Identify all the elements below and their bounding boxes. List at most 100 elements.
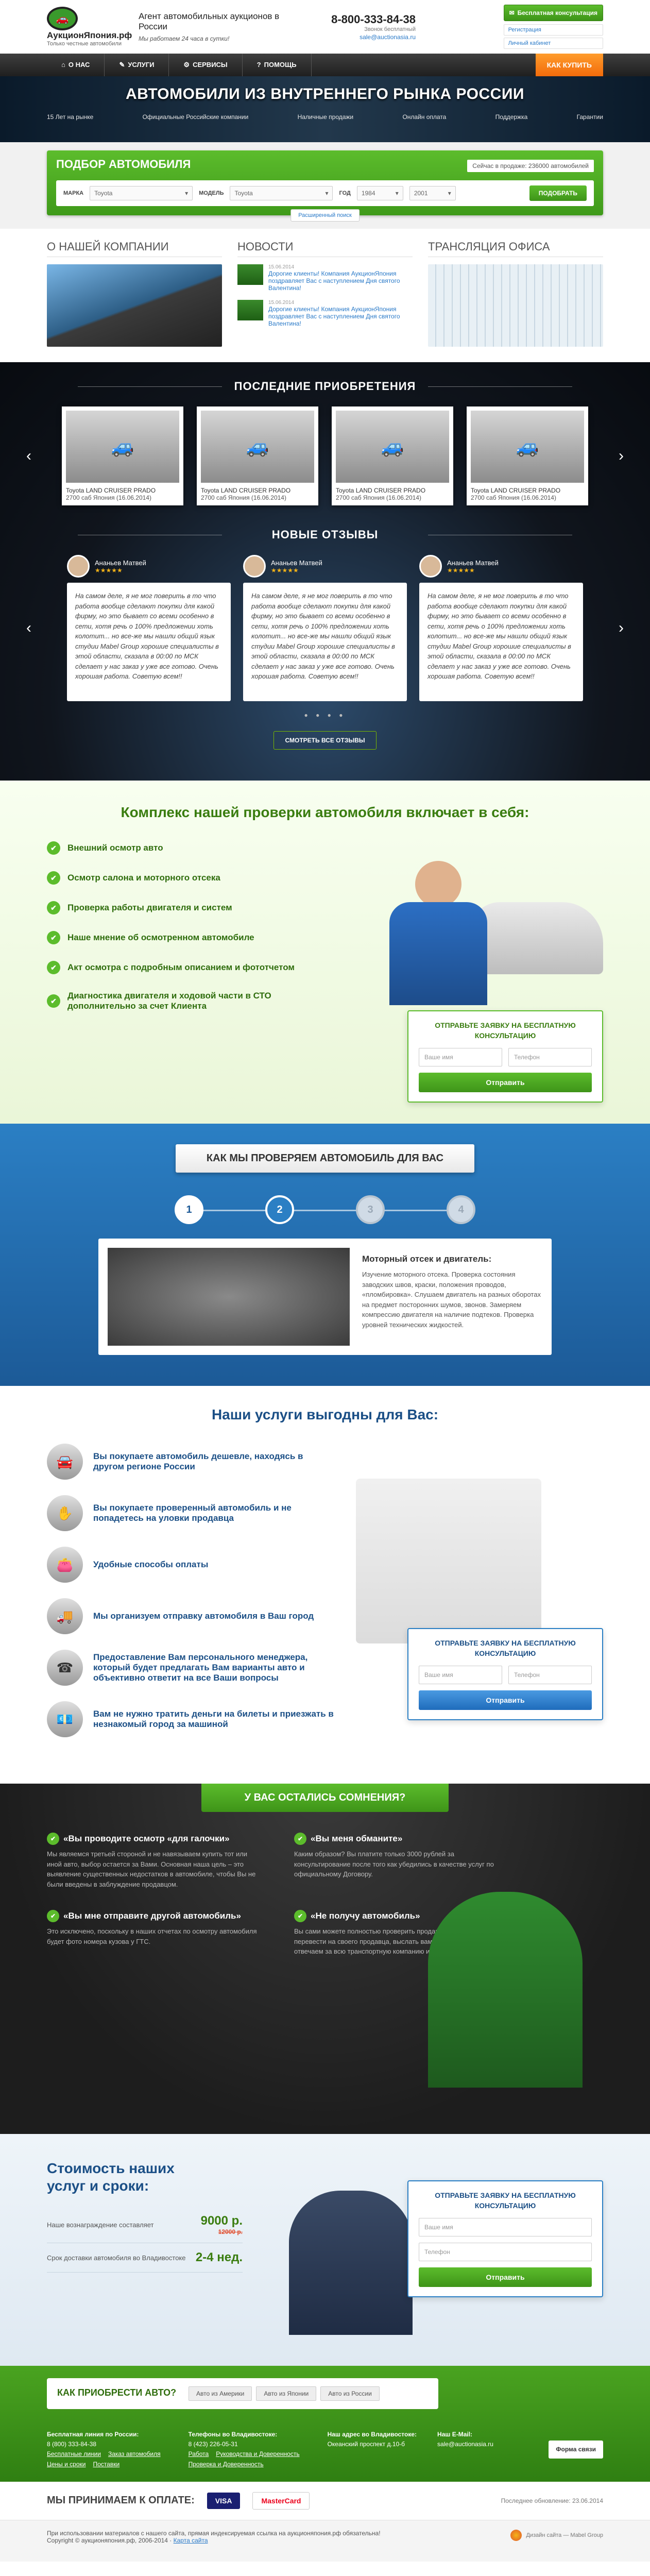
how-to-buy-button[interactable]: КАК КУПИТЬ: [535, 54, 603, 76]
doubt-item: ✔ «Вы мне отправите другой автомобиль» Это…: [47, 1910, 263, 1957]
search-count: Сейчас в продаже: 236000 автомобилей: [467, 160, 594, 172]
tab-america[interactable]: Авто из Америки: [189, 2386, 252, 2401]
review-card: Ананьев Матвей ★★★★★ На самом деле, я не …: [419, 555, 583, 701]
price-value: 2-4 нед.: [195, 2250, 243, 2265]
reviews-carousel: ‹ Ананьев Матвей ★★★★★ На самом деле, я н…: [26, 555, 624, 701]
account-links: Регистрация Личный кабинет: [503, 24, 603, 49]
header-email[interactable]: sale@auctionasia.ru: [360, 33, 416, 41]
col-value[interactable]: sale@auctionasia.ru: [437, 2441, 493, 2448]
phone-field[interactable]: Телефон: [508, 1666, 592, 1685]
step-4[interactable]: 4: [447, 1195, 475, 1224]
name-field[interactable]: Ваше имя: [419, 2218, 592, 2237]
list-item-text: Предоставление Вам персонального менедже…: [93, 1652, 308, 1683]
news-text[interactable]: Дорогие клиенты! Компания АукционЯпония …: [268, 270, 413, 292]
news-thumb: [237, 264, 263, 285]
feedback-button[interactable]: Форма связи: [549, 2440, 603, 2459]
company-video[interactable]: [47, 264, 222, 347]
footer-link[interactable]: Руководства и Доверенность: [216, 2450, 299, 2458]
doubt-question: «Вы мне отправите другой автомобиль»: [63, 1911, 241, 1921]
doubt-question: «Не получу автомобиль»: [311, 1911, 420, 1921]
perk: Гарантии: [576, 113, 603, 121]
footer-contacts: Бесплатная линия по России: 8 (800) 333-8…: [47, 2430, 603, 2469]
logo[interactable]: 🚗 АукционЯпония.рф Только честные автомо…: [47, 7, 132, 47]
phone-field[interactable]: Телефон: [419, 2243, 592, 2262]
how-we-check: КАК МЫ ПРОВЕРЯЕМ АВТОМОБИЛЬ ДЛЯ ВАС 1 2 …: [0, 1124, 650, 1386]
nav-item-services[interactable]: ✎ УСЛУГИ: [105, 54, 169, 76]
doubt-question: «Вы меня обманите»: [311, 1834, 403, 1843]
car-card[interactable]: 🚙 Toyota LAND CRUISER PRADO 2700 саб Япони…: [332, 406, 453, 505]
car-card[interactable]: 🚙 Toyota LAND CRUISER PRADO 2700 саб Япони…: [467, 406, 588, 505]
send-button[interactable]: Отправить: [419, 2267, 592, 2287]
news-item[interactable]: 15.06.2014 Дорогие клиенты! Компания Аукц…: [237, 264, 413, 292]
car-card[interactable]: 🚙 Toyota LAND CRUISER PRADO 2700 саб Япони…: [62, 406, 183, 505]
footer-link[interactable]: Бесплатные линии: [47, 2450, 101, 2458]
model-select[interactable]: Toyota: [230, 186, 333, 200]
name-field[interactable]: Ваше имя: [419, 1666, 502, 1685]
header-phone[interactable]: 8-800-333-84-38: [318, 13, 416, 26]
wallet-icon: 👛: [47, 1547, 83, 1583]
year-from-select[interactable]: 1984: [356, 186, 403, 200]
inspection-title: Комплекс нашей проверки автомобиля включ…: [121, 804, 529, 820]
consult-button[interactable]: ✉ Бесплатная консультация: [503, 5, 603, 21]
header-contacts: 8-800-333-84-38 Звонок бесплатный sale@a…: [318, 13, 416, 41]
next-arrow-icon[interactable]: ›: [619, 619, 624, 637]
consult-form: ОТПРАВЬТЕ ЗАЯВКУ НА БЕСПЛАТНУЮ КОНСУЛЬТА…: [407, 1010, 603, 1103]
prev-arrow-icon[interactable]: ‹: [26, 619, 31, 637]
col-value[interactable]: 8 (800) 333-84-38: [47, 2441, 96, 2448]
nav-item-help[interactable]: ? ПОМОЩЬ: [243, 54, 312, 76]
services-section: Наши услуги выгодны для Вас: 🚘 Вы покупае…: [0, 1386, 650, 1784]
office-stream[interactable]: [428, 264, 603, 347]
developer-credit[interactable]: Дизайн сайта — Mabel Group: [510, 2529, 603, 2541]
footer-link[interactable]: Проверка и Доверенность: [189, 2461, 264, 2468]
footer-link[interactable]: Заказ автомобиля: [108, 2450, 161, 2458]
send-button[interactable]: Отправить: [419, 1690, 592, 1710]
review-head: Ананьев Матвей ★★★★★: [67, 555, 231, 578]
sitemap-link[interactable]: Карта сайта: [174, 2537, 208, 2544]
news-item[interactable]: 15.06.2014 Дорогие клиенты! Компания Аукц…: [237, 300, 413, 327]
car-icon: 🚘: [47, 1444, 83, 1480]
news-date: 15.06.2014: [268, 300, 295, 306]
car-photo: 🚙: [336, 411, 449, 483]
carousel-dots[interactable]: ● ● ● ●: [47, 711, 603, 719]
name-field[interactable]: Ваше имя: [419, 1048, 502, 1067]
nav-item-tools[interactable]: ⚙ СЕРВИСЫ: [169, 54, 243, 76]
tab-russia[interactable]: Авто из России: [320, 2386, 380, 2401]
footer-link[interactable]: Цены и сроки: [47, 2461, 85, 2468]
make-select[interactable]: Toyota: [90, 186, 193, 200]
all-reviews-button[interactable]: СМОТРЕТЬ ВСЕ ОТЗЫВЫ: [273, 731, 377, 750]
send-button[interactable]: Отправить: [419, 1073, 592, 1093]
manager-photo: [289, 2191, 413, 2335]
table-row: Срок доставки автомобиля во Владивостоке…: [47, 2243, 243, 2273]
step-3[interactable]: 3: [356, 1195, 385, 1224]
developer-logo-icon: [510, 2529, 522, 2541]
engine-photo: [108, 1248, 350, 1346]
col-value[interactable]: 8 (423) 226-05-31: [189, 2441, 238, 2448]
consult-button-label: Бесплатная консультация: [517, 9, 597, 16]
footer-link[interactable]: Поставки: [93, 2461, 119, 2468]
advanced-search-link[interactable]: Расширенный поиск: [290, 209, 360, 222]
year-to-select[interactable]: 2001: [409, 186, 456, 200]
car-card[interactable]: 🚙 Toyota LAND CRUISER PRADO 2700 саб Япони…: [197, 406, 318, 505]
step-1[interactable]: 1: [175, 1195, 203, 1224]
register-link[interactable]: Регистрация: [503, 24, 603, 36]
form-title: ОТПРАВЬТЕ ЗАЯВКУ НА БЕСПЛАТНУЮ КОНСУЛЬТА…: [435, 1021, 576, 1040]
cabinet-link[interactable]: Личный кабинет: [503, 38, 603, 49]
nav-item-about[interactable]: ⌂ О НАС: [47, 54, 105, 76]
list-item: ✋ Вы покупаете проверенный автомобиль и н…: [47, 1495, 335, 1531]
purchases-reviews: ПОСЛЕДНИЕ ПРИОБРЕТЕНИЯ ‹ 🚙 Toyota LAND CR…: [0, 362, 650, 781]
prev-arrow-icon[interactable]: ‹: [26, 447, 31, 465]
phone-field[interactable]: Телефон: [508, 1048, 592, 1067]
step-2[interactable]: 2: [265, 1195, 294, 1224]
buy-tabs: Авто из Америки Авто из Японии Авто из Р…: [189, 2386, 380, 2401]
how-to-buy: КАК ПРИОБРЕСТИ АВТО? Авто из Америки Авт…: [0, 2366, 650, 2482]
list-item-text: Удобные способы оплаты: [93, 1560, 209, 1569]
next-arrow-icon[interactable]: ›: [619, 447, 624, 465]
search-panel: ПОДБОР АВТОМОБИЛЯ Сейчас в продаже: 2360…: [47, 150, 603, 222]
tab-japan[interactable]: Авто из Японии: [256, 2386, 317, 2401]
news-text[interactable]: Дорогие клиенты! Компания АукционЯпония …: [268, 306, 413, 327]
find-button[interactable]: ПОДОБРАТЬ: [529, 185, 587, 201]
footer-link[interactable]: Работа: [189, 2450, 209, 2458]
car-title: Toyota LAND CRUISER PRADO: [201, 487, 291, 494]
car-price: 2700 саб Япония (16.06.2014): [336, 494, 421, 501]
perk: 15 Лет на рынке: [47, 113, 94, 121]
